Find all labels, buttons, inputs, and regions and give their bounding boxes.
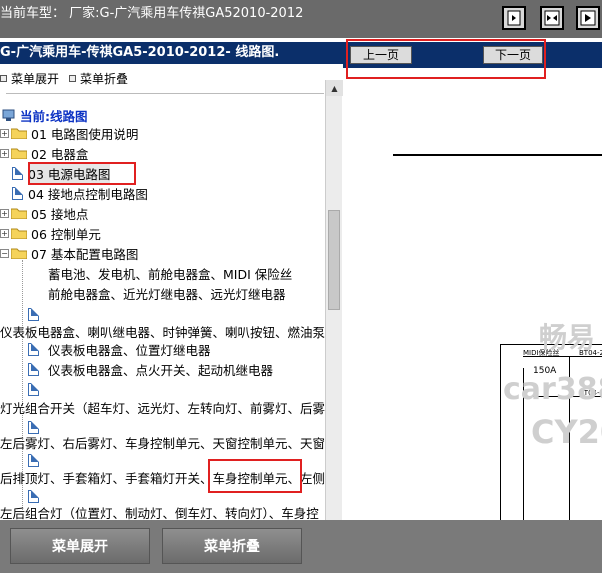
tree-item-label: 05 接地点	[31, 206, 89, 222]
diagram-panel: 上一页 下一页 MIDI保险丝 150A BT04-2 BT04-1 畅易 ca…	[343, 38, 602, 520]
tree-scrollbar[interactable]: ▲ ▼	[325, 80, 343, 520]
expand-plus-icon[interactable]: +	[0, 208, 9, 218]
sub-item[interactable]: 左后雾灯、右后雾灯、车身控制单元、天窗控制单元、天窗	[0, 432, 325, 452]
sub-doc-row[interactable]	[28, 359, 44, 379]
highlight-box	[346, 39, 546, 79]
sub-item-label: 前舱电器盒、近光灯继电器、远光灯继电器	[48, 286, 286, 302]
sub-doc-row[interactable]	[28, 379, 44, 399]
expand-all-label: 菜单展开	[11, 71, 60, 86]
folder-icon	[11, 128, 27, 139]
document-icon	[28, 362, 39, 376]
single-view-button[interactable]	[502, 6, 526, 30]
sub-item-label: 仪表板电器盒、喇叭继电器、时钟弹簧、喇叭按钮、燃油泵	[0, 324, 326, 340]
tree-item-label: 06 控制单元	[31, 226, 101, 242]
document-icon	[28, 342, 39, 356]
sub-doc-row[interactable]	[28, 339, 44, 359]
scroll-up-icon[interactable]: ▲	[326, 80, 343, 96]
vehicle-title: 当前车型： 厂家:G-广汽乘用车传祺GA52010-2012	[0, 6, 304, 21]
watermark: 畅易	[539, 321, 596, 354]
tree-item-07[interactable]: − 07 基本配置电路图	[0, 243, 138, 263]
collapse-checkbox-icon	[69, 74, 77, 82]
bottom-toolbar: 菜单展开 菜单折叠	[0, 520, 602, 573]
sub-item[interactable]: 蓄电池、发电机、前舱电器盒、MIDI 保险丝	[48, 263, 292, 283]
highlight-box	[208, 459, 302, 493]
split-panel-icon	[544, 10, 560, 26]
document-icon	[28, 382, 39, 396]
document-icon	[28, 489, 39, 503]
tree-item-label: 01 电路图使用说明	[31, 126, 139, 142]
scroll-thumb[interactable]	[328, 210, 340, 310]
sub-item-label: 灯光组合开关（超车灯、远光灯、左转向灯、前雾灯、后雾	[0, 400, 326, 416]
sub-item-label: 左后雾灯、右后雾灯、车身控制单元、天窗控制单元、天窗	[0, 435, 326, 451]
tree-item-label: 02 电器盒	[31, 146, 89, 162]
tree-item-04[interactable]: 04 接地点控制电路图	[12, 183, 148, 203]
expand-plus-icon[interactable]: +	[0, 128, 9, 138]
top-bar: 当前车型： 厂家:G-广汽乘用车传祺GA52010-2012	[0, 0, 602, 38]
document-icon	[28, 453, 39, 467]
diagram-border	[500, 344, 501, 520]
single-panel-icon	[507, 10, 521, 26]
open-folder-icon	[11, 248, 27, 259]
tree-item-05[interactable]: + 05 接地点	[0, 203, 88, 223]
collapse-menu-button[interactable]: 菜单折叠	[162, 528, 302, 564]
divider	[6, 93, 324, 94]
expand-checkbox-icon	[0, 74, 7, 82]
folder-icon	[11, 228, 27, 239]
collapse-minus-icon[interactable]: −	[0, 248, 9, 258]
expand-all-option[interactable]: 菜单展开	[0, 69, 59, 87]
sub-item-label: 仪表板电器盒、位置灯继电器	[48, 342, 211, 358]
watermark: car388.	[503, 372, 602, 407]
sub-item[interactable]: 仪表板电器盒、喇叭继电器、时钟弹簧、喇叭按钮、燃油泵	[0, 321, 325, 341]
tree-panel: G-广汽乘用车-传祺GA5-2010-2012- 线路图. 菜单展开 菜单折叠 …	[0, 38, 343, 520]
tree-header: G-广汽乘用车-传祺GA5-2010-2012- 线路图.	[0, 42, 343, 64]
collapse-all-option[interactable]: 菜单折叠	[69, 69, 128, 87]
tree-item-label: 07 基本配置电路图	[31, 246, 139, 262]
expand-plus-icon[interactable]: +	[0, 228, 9, 238]
computer-icon	[2, 109, 15, 121]
folder-icon	[11, 208, 27, 219]
sub-item[interactable]: 前舱电器盒、近光灯继电器、远光灯继电器	[48, 283, 286, 303]
arrow-right-icon	[580, 10, 596, 26]
sub-item-label: 蓄电池、发电机、前舱电器盒、MIDI 保险丝	[48, 266, 293, 282]
highlight-box	[28, 162, 136, 185]
document-icon	[12, 186, 23, 200]
tree-item-02[interactable]: + 02 电器盒	[0, 143, 88, 163]
sub-item[interactable]: 仪表板电器盒、点火开关、起动机继电器	[48, 359, 273, 379]
document-icon	[28, 307, 39, 321]
document-icon	[12, 166, 23, 180]
tree-item-label: 04 接地点控制电路图	[28, 186, 148, 202]
sub-item[interactable]: 仪表板电器盒、位置灯继电器	[48, 339, 211, 359]
tree-options: 菜单展开 菜单折叠	[0, 69, 128, 87]
sub-item-label: 仪表板电器盒、点火开关、起动机继电器	[48, 362, 274, 378]
split-view-button[interactable]	[540, 6, 564, 30]
watermark: CY20	[531, 413, 602, 451]
tree-item-01[interactable]: + 01 电路图使用说明	[0, 123, 138, 143]
folder-icon	[11, 148, 27, 159]
collapse-all-label: 菜单折叠	[80, 71, 129, 86]
sub-item[interactable]: 灯光组合开关（超车灯、远光灯、左转向灯、前雾灯、后雾	[0, 397, 325, 417]
sub-item[interactable]: 左后组合灯（位置灯、制动灯、倒车灯、转向灯）、车身控	[0, 502, 319, 521]
tree-item-06[interactable]: + 06 控制单元	[0, 223, 101, 243]
tree-root-label: 当前:线路图	[20, 108, 88, 124]
expand-plus-icon[interactable]: +	[0, 148, 9, 158]
expand-menu-button[interactable]: 菜单展开	[10, 528, 150, 564]
diagram-wire	[393, 154, 602, 156]
next-panel-button[interactable]	[576, 6, 600, 30]
tree-root[interactable]: 当前:线路图	[2, 105, 88, 125]
sub-item-label: 左后组合灯（位置灯、制动灯、倒车灯、转向灯）、车身控	[0, 505, 319, 521]
